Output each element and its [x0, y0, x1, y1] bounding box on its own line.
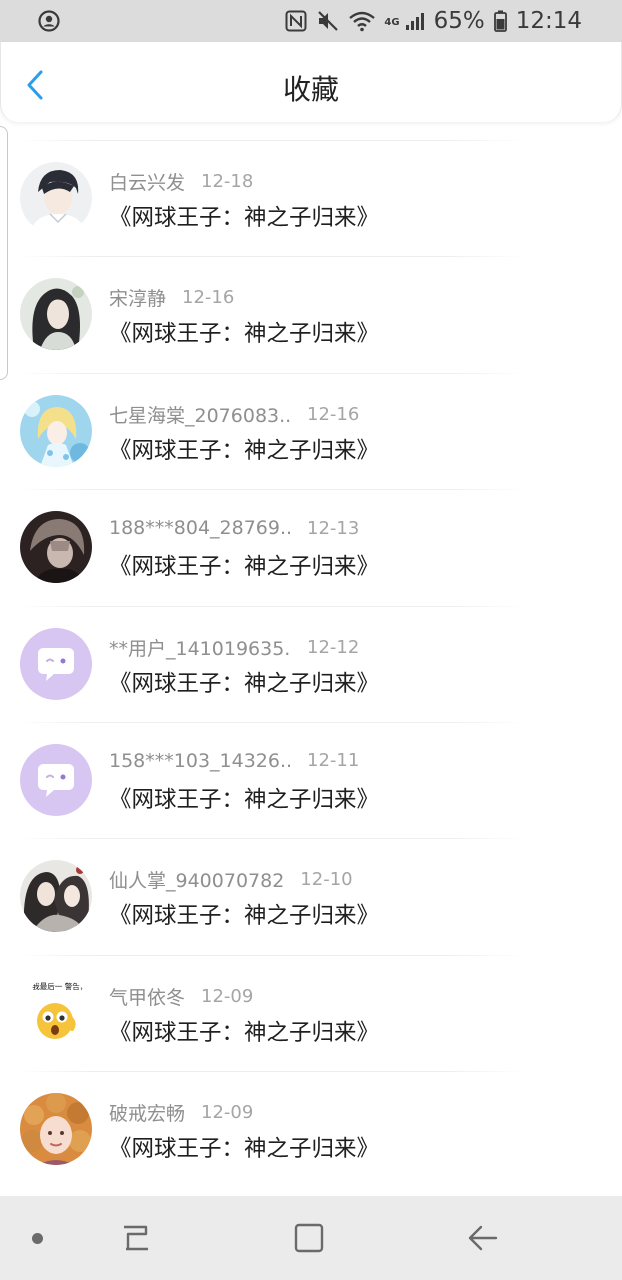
book-title: 《网球王子：神之子归来》 — [109, 321, 380, 348]
book-title: 《网球王子：神之子归来》 — [109, 786, 380, 813]
battery-percent: 65% — [433, 8, 485, 34]
avatar[interactable]: 食，我最后一 警告你！ — [20, 976, 92, 1049]
user-name: 158***103_14326... — [109, 749, 291, 772]
favorite-date: 12-09 — [201, 1102, 254, 1124]
app-header: 收藏 — [0, 42, 622, 122]
back-arrow-icon — [468, 1225, 498, 1251]
book-title: 《网球王子：神之子归来》 — [109, 1136, 380, 1163]
book-title: 《网球王子：神之子归来》 — [109, 903, 380, 930]
recent-apps-button[interactable] — [118, 1222, 152, 1258]
default-avatar-chat-icon — [20, 627, 92, 700]
default-avatar-chat-icon — [20, 743, 92, 816]
avatar[interactable] — [20, 278, 92, 351]
list-item[interactable]: 宋淳静 12-16 《网球王子：神之子归来》 — [0, 256, 622, 372]
book-title: 《网球王子：神之子归来》 — [109, 1019, 380, 1046]
book-title: 《网球王子：神之子归来》 — [109, 670, 380, 697]
favorite-date: 12-13 — [307, 517, 360, 539]
system-nav-bar — [0, 1196, 622, 1280]
list-item[interactable]: 仙人掌_940070782 12-10 《网球王子：神之子归来》 — [0, 838, 622, 954]
book-title: 《网球王子：神之子归来》 — [109, 437, 380, 464]
user-name: **用户_141019635... — [109, 637, 291, 660]
mute-icon — [316, 10, 340, 32]
back-nav-button[interactable] — [466, 1222, 500, 1258]
list-item[interactable]: 七星海棠_2076083... 12-16 《网球王子：神之子归来》 — [0, 372, 622, 489]
user-name: 仙人掌_940070782 — [109, 870, 285, 893]
list-item[interactable]: 食，我最后一 警告你！ 气甲依冬 12-09 《网球王子：神之子归来》 — [0, 954, 622, 1071]
user-name: 破戒宏畅 — [109, 1103, 186, 1126]
list-item[interactable]: 破戒宏畅 12-09 《网球王子：神之子归来》 — [0, 1071, 622, 1187]
avatar[interactable] — [20, 1093, 92, 1166]
clock: 12:14 — [515, 8, 582, 34]
favorites-list: 白云兴发 12-18 《网球王子：神之子归来》 宋淳静 12-16 《网球王子：… — [0, 140, 622, 1188]
favorite-date: 12-11 — [307, 750, 360, 772]
favorite-date: 12-12 — [307, 636, 360, 658]
user-name: 白云兴发 — [109, 172, 186, 194]
user-name: 188***804_28769... — [109, 517, 291, 540]
meme-caption: 食，我最后一 警告你！ — [20, 981, 92, 991]
network-type: 4G — [384, 17, 400, 28]
user-name: 气甲依冬 — [109, 986, 186, 1009]
favorite-date: 12-10 — [300, 869, 353, 891]
nfc-icon — [285, 10, 307, 32]
list-item[interactable]: **用户_141019635... 12-12 《网球王子：神之子归来》 — [0, 605, 622, 722]
avatar[interactable] — [20, 162, 92, 234]
account-circle-icon — [38, 10, 60, 32]
avatar[interactable] — [20, 627, 92, 700]
list-item[interactable]: 158***103_14326... 12-11 《网球王子：神之子归来》 — [0, 721, 622, 838]
avatar[interactable] — [20, 860, 92, 933]
list-item[interactable]: 白云兴发 12-18 《网球王子：神之子归来》 — [0, 140, 622, 256]
book-title: 《网球王子：神之子归来》 — [109, 205, 380, 231]
home-button[interactable] — [293, 1222, 325, 1258]
status-bar: 4G 65% 12:14 — [0, 0, 622, 42]
page-title: 收藏 — [282, 73, 339, 106]
user-name: 宋淳静 — [109, 288, 167, 311]
favorite-date: 12-16 — [182, 287, 235, 309]
favorite-date: 12-16 — [307, 403, 360, 425]
avatar[interactable] — [20, 511, 92, 584]
favorite-date: 12-09 — [201, 985, 254, 1007]
book-title: 《网球王子：神之子归来》 — [109, 554, 380, 581]
wifi-icon — [349, 10, 376, 32]
avatar[interactable] — [20, 394, 92, 467]
list-item[interactable]: 188***804_28769... 12-13 《网球王子：神之子归来》 — [0, 489, 622, 605]
signal-icon — [405, 11, 425, 31]
home-icon — [294, 1223, 324, 1253]
recent-apps-icon — [124, 1225, 148, 1251]
user-name: 七星海棠_2076083... — [109, 404, 291, 427]
battery-icon — [493, 10, 507, 32]
dot-icon[interactable] — [32, 1233, 43, 1244]
avatar[interactable] — [20, 743, 92, 816]
favorite-date: 12-18 — [201, 171, 254, 192]
